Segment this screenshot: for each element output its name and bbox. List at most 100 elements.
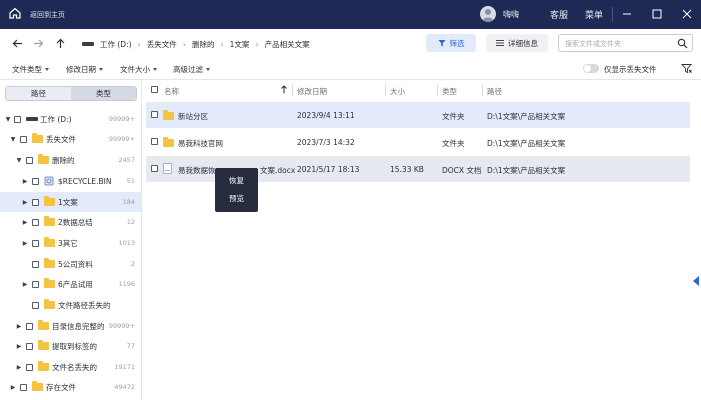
- file-list: 名称 修改日期 大小 类型 路径 新站分区 2023/9/4 13:11 文件夹…: [142, 80, 701, 400]
- column-name[interactable]: 名称: [164, 86, 179, 97]
- tree-item-extracted-tags[interactable]: ▶ 提取到标签的 77: [0, 336, 141, 356]
- table-row[interactable]: 易我科技官网 2023/7/3 14:32 文件夹 D:\1文案\产品相关文案: [146, 129, 690, 155]
- menu-link[interactable]: 菜单: [585, 8, 603, 21]
- chevron-down-icon: [153, 68, 157, 71]
- maximize-icon[interactable]: [650, 7, 664, 21]
- show-lost-only-toggle[interactable]: [583, 64, 599, 73]
- chevron-right-icon[interactable]: ▶: [22, 178, 28, 185]
- file-size-dropdown[interactable]: 文件大小: [120, 64, 157, 75]
- forward-arrow-icon[interactable]: [31, 36, 45, 50]
- search-input[interactable]: [565, 37, 673, 50]
- tree-item-recycle-bin[interactable]: ▶ $RECYCLE.BIN 51: [0, 171, 141, 191]
- column-divider[interactable]: [385, 84, 386, 96]
- advanced-filter-dropdown[interactable]: 高级过滤: [173, 64, 210, 75]
- back-arrow-icon[interactable]: [10, 36, 24, 50]
- user-name[interactable]: 嗨嗨: [503, 9, 519, 20]
- item-count: 99999+: [108, 322, 135, 330]
- checkbox[interactable]: [26, 342, 33, 350]
- chevron-right-icon[interactable]: ▶: [16, 343, 22, 350]
- checkbox[interactable]: [32, 198, 39, 206]
- support-link[interactable]: 客服: [550, 8, 568, 21]
- tree-item-deleted[interactable]: ▼ 删除的 2457: [0, 150, 141, 170]
- select-all-checkbox[interactable]: [151, 86, 158, 93]
- search-icon[interactable]: [677, 38, 688, 49]
- minimize-icon[interactable]: [620, 7, 634, 21]
- checkbox[interactable]: [151, 111, 158, 118]
- modified-date-dropdown[interactable]: 修改日期: [66, 64, 103, 75]
- checkbox[interactable]: [32, 260, 39, 268]
- chevron-right-icon[interactable]: ▶: [16, 364, 22, 371]
- chevron-right-icon[interactable]: ▶: [22, 199, 28, 206]
- avatar[interactable]: [480, 6, 496, 22]
- column-size[interactable]: 大小: [390, 86, 405, 97]
- chevron-right-icon[interactable]: ▶: [22, 240, 28, 247]
- checkbox[interactable]: [14, 115, 21, 123]
- checkbox[interactable]: [32, 301, 39, 309]
- breadcrumb-item[interactable]: 删除的: [192, 39, 215, 50]
- tree-item-3-other[interactable]: ▶ 3其它 1013: [0, 233, 141, 253]
- chevron-down-icon[interactable]: ▼: [5, 116, 11, 123]
- checkbox[interactable]: [32, 280, 39, 288]
- chevron-down-icon[interactable]: ▼: [10, 136, 16, 143]
- clear-filter-icon[interactable]: [681, 63, 692, 74]
- tab-path[interactable]: 路径: [6, 87, 71, 100]
- checkbox[interactable]: [32, 177, 39, 185]
- checkbox[interactable]: [151, 138, 158, 145]
- up-arrow-icon[interactable]: [53, 36, 67, 50]
- folder-icon: [44, 258, 55, 268]
- sort-up-icon[interactable]: [281, 85, 287, 94]
- tree-item-existing-files[interactable]: ▶ 存在文件 49472: [0, 377, 141, 397]
- tree-item-5-company-info[interactable]: 5公司资料 2: [0, 254, 141, 274]
- table-row[interactable]: 新站分区 2023/9/4 13:11 文件夹 D:\1文案\产品相关文案: [146, 102, 690, 128]
- tree-item-lost-path[interactable]: 文件路径丢失的: [0, 295, 141, 315]
- chevron-right-icon[interactable]: ▶: [22, 219, 28, 226]
- item-count: 99999+: [108, 115, 135, 123]
- chevron-down-icon: [99, 68, 103, 71]
- checkbox[interactable]: [32, 218, 39, 226]
- details-button[interactable]: 详细信息: [486, 34, 548, 52]
- menu-item-preview[interactable]: 预览: [215, 193, 258, 204]
- breadcrumb-item[interactable]: 1文案: [230, 39, 250, 50]
- panel-toggle-icon[interactable]: [693, 276, 699, 286]
- column-path[interactable]: 路径: [487, 86, 502, 97]
- tree-item-6-product-trial[interactable]: ▶ 6产品试用 1196: [0, 274, 141, 294]
- item-count: 12: [126, 218, 135, 226]
- checkbox[interactable]: [32, 239, 39, 247]
- menu-item-recover[interactable]: 恢复: [215, 175, 258, 186]
- file-name: 易我数据恢: [178, 166, 216, 175]
- breadcrumb-item[interactable]: 工作 (D:): [100, 39, 132, 50]
- home-icon[interactable]: [8, 6, 22, 20]
- chevron-right-icon[interactable]: ▶: [22, 281, 28, 288]
- file-path: D:\1文案\产品相关文案: [487, 166, 566, 175]
- tree-item-lost-files[interactable]: ▼ 丢失文件 99999+: [0, 129, 141, 149]
- breadcrumb-item[interactable]: 产品相关文案: [265, 39, 310, 50]
- tab-type[interactable]: 类型: [71, 87, 136, 100]
- tree-item-lost-filename[interactable]: ▶ 文件名丢失的 19171: [0, 357, 141, 377]
- checkbox[interactable]: [151, 165, 158, 172]
- file-name: 新站分区: [178, 112, 208, 121]
- checkbox[interactable]: [20, 383, 27, 391]
- chevron-right-icon[interactable]: ▶: [10, 384, 16, 391]
- item-count: 184: [122, 198, 135, 206]
- column-divider[interactable]: [437, 84, 438, 96]
- chevron-right-icon[interactable]: ▶: [16, 323, 22, 330]
- column-modified-date[interactable]: 修改日期: [297, 86, 327, 97]
- tree-item-2-data-summary[interactable]: ▶ 2数据总结 12: [0, 212, 141, 232]
- close-icon[interactable]: [680, 7, 694, 21]
- checkbox[interactable]: [26, 363, 33, 371]
- checkbox[interactable]: [20, 135, 27, 143]
- tree-item-1-copywriting[interactable]: ▶ 1文案 184: [0, 192, 141, 212]
- chevron-down-icon[interactable]: ▼: [16, 157, 22, 164]
- back-to-home-link[interactable]: 返回到主页: [30, 10, 65, 20]
- checkbox[interactable]: [26, 156, 33, 164]
- column-type[interactable]: 类型: [442, 86, 457, 97]
- breadcrumb-item[interactable]: 丢失文件: [147, 39, 177, 50]
- dropdown-label: 修改日期: [66, 65, 96, 74]
- tree-item-complete-dir[interactable]: ▶ 目录信息完整的 99999+: [0, 316, 141, 336]
- tree-item-drive[interactable]: ▼ 工作 (D:) 99999+: [0, 109, 141, 129]
- checkbox[interactable]: [26, 322, 33, 330]
- filter-button[interactable]: 筛选: [426, 34, 476, 52]
- column-divider[interactable]: [292, 84, 293, 96]
- file-type-dropdown[interactable]: 文件类型: [12, 64, 49, 75]
- column-divider[interactable]: [482, 84, 483, 96]
